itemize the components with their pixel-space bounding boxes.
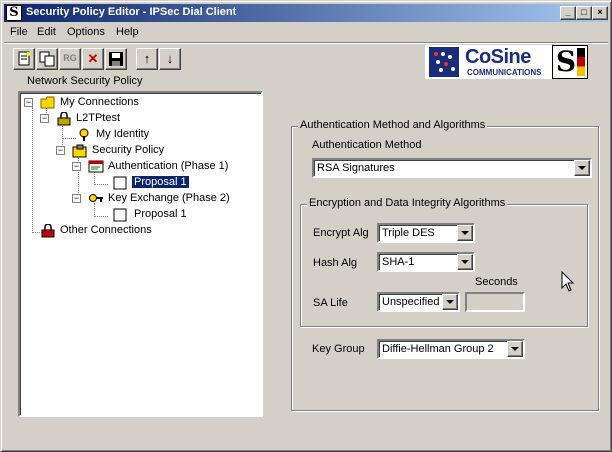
menu-bar: File Edit Options Help <box>4 23 608 41</box>
policy-tree[interactable]: − My Connections − L2TPtest My Identity … <box>18 91 263 417</box>
tree-label: Security Policy <box>92 144 165 156</box>
auth-method-select[interactable]: RSA Signatures <box>312 158 592 178</box>
chevron-down-icon[interactable] <box>574 160 590 176</box>
move-down-button[interactable]: ↓ <box>159 48 181 70</box>
cosine-logo-sub: COMMUNICATIONS <box>467 68 542 77</box>
rename-icon: RG <box>63 53 77 63</box>
auth-method-value: RSA Signatures <box>317 162 395 174</box>
collapse-icon[interactable]: − <box>72 162 81 171</box>
collapse-icon[interactable]: − <box>24 98 33 107</box>
tree-label: My Connections <box>60 96 139 108</box>
tree-label: Proposal 1 <box>134 208 187 220</box>
sa-life-seconds-input[interactable] <box>465 292 525 312</box>
tree-label: Key Exchange (Phase 2) <box>108 192 230 204</box>
close-button[interactable]: × <box>592 6 608 20</box>
collapse-icon[interactable]: − <box>40 114 49 123</box>
title-bar[interactable]: S Security Policy Editor - IPSec Dial Cl… <box>4 4 608 22</box>
app-window: S Security Policy Editor - IPSec Dial Cl… <box>0 0 612 452</box>
cosine-mark-icon <box>429 47 459 77</box>
auth-methods-group-title: Authentication Method and Algorithms <box>298 119 488 131</box>
tree-label: L2TPtest <box>76 112 121 124</box>
sa-life-select[interactable]: Unspecified <box>377 292 460 312</box>
sa-life-value: Unspecified <box>382 296 440 308</box>
key-exchange-icon <box>89 194 103 202</box>
menu-separator <box>4 42 608 44</box>
new-document-icon <box>18 51 30 66</box>
chevron-down-icon[interactable] <box>442 294 458 310</box>
tree-header: Network Security Policy <box>27 75 143 87</box>
cosine-logo-name: CoSine <box>465 46 531 68</box>
maximize-button[interactable]: □ <box>576 6 592 20</box>
secondary-logo: S <box>552 45 588 79</box>
delete-x-icon: ✕ <box>87 51 99 66</box>
hash-alg-label: Hash Alg <box>313 257 358 269</box>
key-group-select[interactable]: Diffie-Hellman Group 2 <box>377 339 525 359</box>
rename-button[interactable]: RG <box>59 48 81 70</box>
tree-label: Authentication (Phase 1) <box>108 160 229 172</box>
key-group-label: Key Group <box>312 343 365 355</box>
window-title: Security Policy Editor - IPSec Dial Clie… <box>26 6 237 18</box>
menu-options[interactable]: Options <box>67 26 105 38</box>
floppy-disk-icon <box>109 52 123 66</box>
copy-button[interactable] <box>36 48 58 70</box>
arrow-up-icon: ↑ <box>143 51 151 66</box>
encrypt-alg-value: Triple DES <box>382 227 435 239</box>
auth-method-label: Authentication Method <box>312 139 422 151</box>
chevron-down-icon[interactable] <box>457 254 473 270</box>
chevron-down-icon[interactable] <box>457 225 473 241</box>
menu-file[interactable]: File <box>10 26 28 38</box>
tree-label-selected: Proposal 1 <box>131 175 190 189</box>
mouse-pointer-icon <box>561 271 575 292</box>
app-icon[interactable]: S <box>6 5 22 21</box>
chevron-down-icon[interactable] <box>507 341 523 357</box>
lock-connection-icon <box>57 112 71 126</box>
new-connection-button[interactable] <box>13 48 35 70</box>
move-up-button[interactable]: ↑ <box>136 48 158 70</box>
authentication-certificate-icon <box>88 160 104 173</box>
hash-alg-value: SHA-1 <box>382 256 415 268</box>
save-button[interactable] <box>105 48 127 70</box>
tree-label: My Identity <box>96 128 150 140</box>
seconds-label: Seconds <box>475 276 518 288</box>
encryption-group-title: Encryption and Data Integrity Algorithms <box>307 197 508 209</box>
copy-icon <box>39 51 55 67</box>
hash-alg-select[interactable]: SHA-1 <box>377 252 475 272</box>
proposal-document-icon <box>113 176 127 190</box>
sa-life-label: SA Life <box>313 297 348 309</box>
flag-stripe-icon <box>577 48 585 76</box>
collapse-icon[interactable]: − <box>72 194 81 203</box>
other-connections-lock-icon <box>41 224 55 238</box>
collapse-icon[interactable]: − <box>56 146 65 155</box>
secondary-logo-letter: S <box>555 45 577 78</box>
tree-label: Other Connections <box>60 224 152 236</box>
arrow-down-icon: ↓ <box>166 51 174 66</box>
minimize-button[interactable]: _ <box>560 6 576 20</box>
proposal-document-icon <box>113 208 127 222</box>
menu-edit[interactable]: Edit <box>37 26 56 38</box>
menu-help[interactable]: Help <box>116 26 139 38</box>
identity-key-icon <box>79 128 89 141</box>
delete-button[interactable]: ✕ <box>82 48 104 70</box>
encrypt-alg-label: Encrypt Alg <box>313 227 369 239</box>
encrypt-alg-select[interactable]: Triple DES <box>377 223 475 243</box>
folder-icon <box>40 96 55 109</box>
key-group-value: Diffie-Hellman Group 2 <box>382 343 494 355</box>
security-policy-icon <box>72 144 87 158</box>
